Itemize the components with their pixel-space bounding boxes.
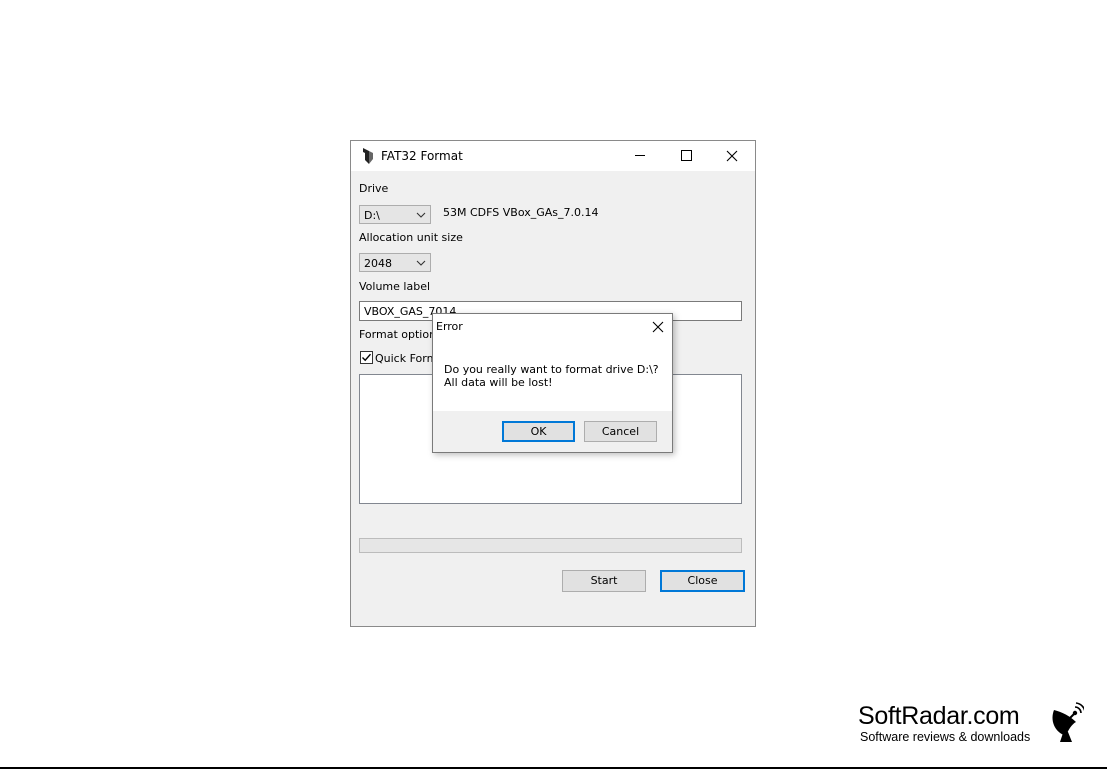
minimize-button[interactable] — [617, 141, 663, 171]
satellite-dish-icon — [1052, 702, 1084, 742]
volume-label-label: Volume label — [359, 280, 431, 293]
ok-button[interactable]: OK — [502, 421, 575, 442]
quick-format-checkbox[interactable] — [360, 351, 373, 364]
window-title: FAT32 Format — [381, 149, 463, 163]
drive-select[interactable]: D:\ — [359, 205, 431, 224]
dialog-content: Error Do you really want to format drive… — [433, 314, 672, 411]
cancel-button[interactable]: Cancel — [584, 421, 657, 442]
close-icon — [726, 150, 738, 162]
drive-info-text: 53M CDFS VBox_GAs_7.0.14 — [443, 206, 599, 219]
softradar-watermark: SoftRadar.com Software reviews & downloa… — [858, 702, 1088, 752]
close-window-button[interactable] — [709, 141, 755, 171]
minimize-icon — [635, 155, 645, 156]
start-button[interactable]: Start — [562, 570, 646, 592]
dialog-message-line-1: Do you really want to format drive D:\? — [444, 363, 659, 376]
title-bar[interactable]: FAT32 Format — [351, 141, 755, 171]
drive-select-value: D:\ — [364, 209, 380, 222]
error-dialog: Error Do you really want to format drive… — [432, 313, 673, 453]
dialog-close-button[interactable] — [645, 316, 671, 338]
maximize-icon — [681, 150, 692, 161]
chevron-down-icon — [416, 212, 426, 218]
format-progress-bar — [359, 538, 742, 553]
dialog-title: Error — [436, 320, 463, 333]
format-options-label: Format options — [359, 328, 442, 341]
close-icon — [652, 321, 664, 333]
dialog-message-line-2: All data will be lost! — [444, 376, 553, 389]
allocation-unit-size-label: Allocation unit size — [359, 231, 463, 244]
fat32-format-app-icon — [363, 148, 373, 164]
checkmark-icon — [362, 353, 372, 362]
drive-label: Drive — [359, 182, 389, 195]
close-button[interactable]: Close — [660, 570, 745, 592]
allocation-select-value: 2048 — [364, 257, 392, 270]
chevron-down-icon — [416, 260, 426, 266]
dialog-message: Do you really want to format drive D:\? … — [444, 363, 659, 389]
maximize-button[interactable] — [663, 141, 709, 171]
watermark-tagline: Software reviews & downloads — [860, 730, 1031, 744]
allocation-unit-size-select[interactable]: 2048 — [359, 253, 431, 272]
watermark-name: SoftRadar.com — [858, 702, 1020, 730]
